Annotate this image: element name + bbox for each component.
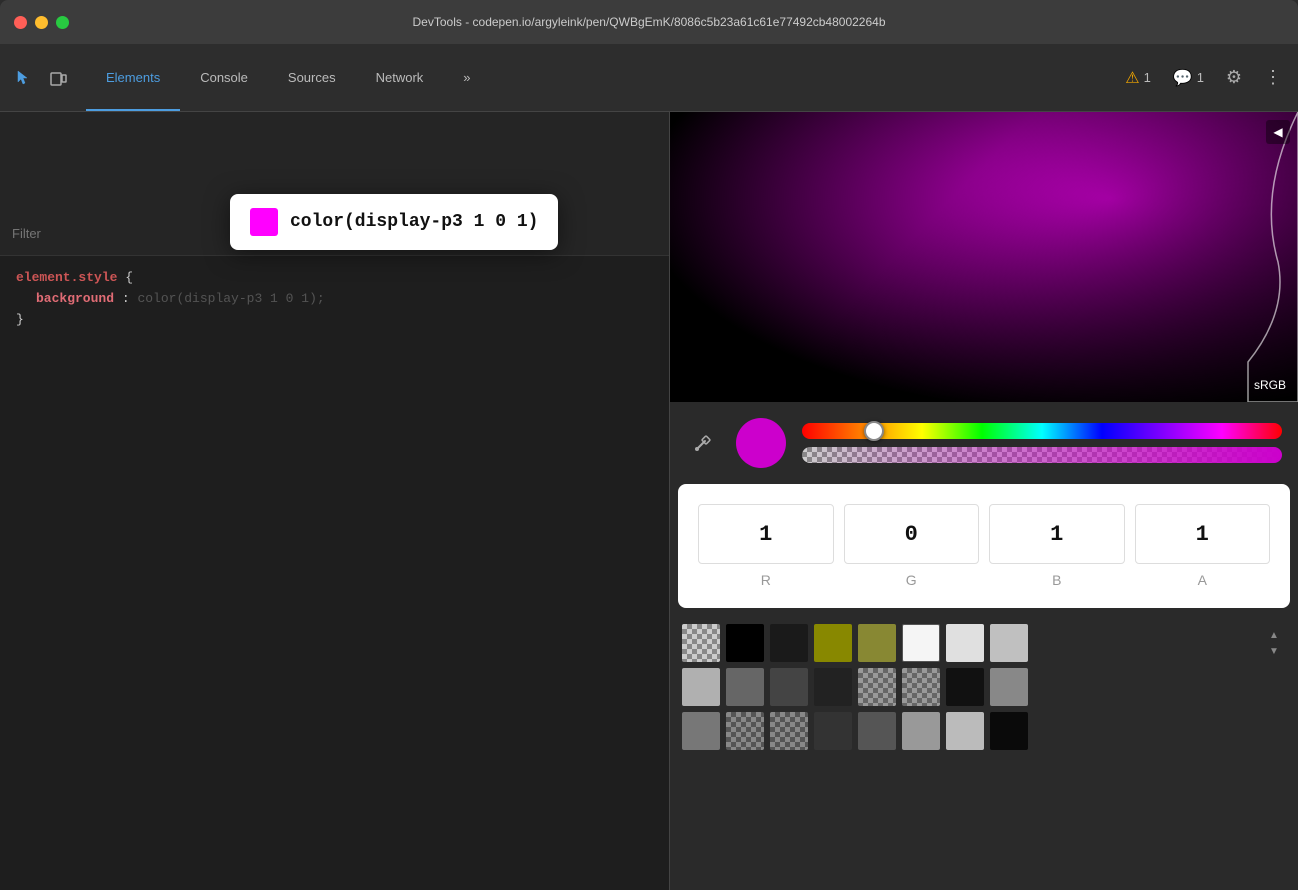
eyedropper-button[interactable]: [686, 426, 720, 460]
swatches-area: ▲ ▼: [670, 616, 1298, 758]
swatches-row-2: [682, 668, 1286, 706]
swatches-row-3: [682, 712, 1286, 750]
g-label: G: [906, 572, 917, 588]
minimize-button[interactable]: [35, 16, 48, 29]
chat-button[interactable]: 💬 1: [1165, 64, 1212, 92]
swatch-lightgray1[interactable]: [946, 624, 984, 662]
color-gradient-preview: sRGB ◀: [670, 112, 1298, 402]
a-input[interactable]: [1135, 504, 1271, 564]
collapse-button[interactable]: ◀: [1266, 120, 1290, 144]
device-icon: [49, 69, 67, 87]
cursor-icon: [15, 69, 33, 87]
right-panel: sRGB ◀: [670, 112, 1298, 890]
settings-button[interactable]: ⚙: [1218, 62, 1250, 94]
color-circle[interactable]: [736, 418, 786, 468]
a-field: A: [1135, 504, 1271, 588]
chat-icon: 💬: [1173, 68, 1193, 88]
srgb-label: sRGB: [1254, 378, 1286, 392]
inspect-element-button[interactable]: [8, 62, 40, 94]
b-label: B: [1052, 572, 1061, 588]
tab-sources[interactable]: Sources: [268, 44, 356, 111]
toolbar-icons: [8, 62, 74, 94]
swatch-gray2[interactable]: [726, 668, 764, 706]
hue-thumb: [864, 421, 884, 441]
tab-elements[interactable]: Elements: [86, 44, 180, 111]
swatch-nearblack2[interactable]: [990, 712, 1028, 750]
close-button[interactable]: [14, 16, 27, 29]
swatch-gray4[interactable]: [814, 668, 852, 706]
swatches-row-1: ▲ ▼: [682, 624, 1286, 662]
b-field: B: [989, 504, 1125, 588]
code-line-property: background : color(display-p3 1 0 1);: [16, 289, 653, 310]
color-tooltip-popup: color(display-p3 1 0 1): [230, 194, 558, 250]
swatch-gray5[interactable]: [682, 712, 720, 750]
scroll-down-button[interactable]: ▼: [1262, 644, 1286, 658]
maximize-button[interactable]: [56, 16, 69, 29]
r-label: R: [761, 572, 771, 588]
swatch-transparent[interactable]: [682, 624, 720, 662]
swatches-scroll-controls: ▲ ▼: [1262, 628, 1286, 658]
main-content: element.style { background : color(displ…: [0, 112, 1298, 890]
b-input[interactable]: [989, 504, 1125, 564]
code-line-selector: element.style {: [16, 268, 653, 289]
more-options-button[interactable]: ⋮: [1256, 63, 1290, 92]
left-panel: element.style { background : color(displ…: [0, 112, 670, 890]
tab-more[interactable]: »: [443, 44, 490, 111]
swatch-black[interactable]: [726, 624, 764, 662]
toolbar-right: ⚠ 1 💬 1 ⚙ ⋮: [1117, 62, 1290, 94]
toolbar: Elements Console Sources Network » ⚠ 1 💬: [0, 44, 1298, 112]
swatch-nearblack1[interactable]: [946, 668, 984, 706]
swatch-check3[interactable]: [726, 712, 764, 750]
rgba-inputs: R G B A: [698, 504, 1270, 588]
window-title: DevTools - codepen.io/argyleink/pen/QWBg…: [413, 15, 886, 29]
color-controls: [670, 402, 1298, 484]
alpha-slider[interactable]: [802, 447, 1282, 463]
code-line-close: }: [16, 310, 653, 331]
hue-slider[interactable]: [802, 423, 1282, 439]
g-input[interactable]: [844, 504, 980, 564]
swatch-gray1[interactable]: [682, 668, 720, 706]
scroll-up-button[interactable]: ▲: [1262, 628, 1286, 642]
swatch-dark1[interactable]: [770, 624, 808, 662]
devtools-panel: Elements Console Sources Network » ⚠ 1 💬: [0, 44, 1298, 890]
swatch-gray3[interactable]: [770, 668, 808, 706]
swatch-olive[interactable]: [814, 624, 852, 662]
rgba-input-panel: R G B A: [678, 484, 1290, 608]
device-toggle-button[interactable]: [42, 62, 74, 94]
tooltip-color-value: color(display-p3 1 0 1): [290, 212, 538, 232]
swatch-darkgray2[interactable]: [858, 712, 896, 750]
property-name: background: [36, 291, 114, 306]
warning-icon: ⚠: [1125, 68, 1139, 88]
tab-network[interactable]: Network: [356, 44, 444, 111]
swatch-darkgray1[interactable]: [814, 712, 852, 750]
nav-tabs: Elements Console Sources Network »: [86, 44, 491, 111]
g-field: G: [844, 504, 980, 588]
tooltip-color-swatch[interactable]: [250, 208, 278, 236]
sliders-area: [802, 423, 1282, 463]
swatch-lightgray2[interactable]: [990, 624, 1028, 662]
eyedropper-icon: [693, 433, 713, 453]
gradient-background[interactable]: sRGB ◀: [670, 112, 1298, 402]
a-label: A: [1198, 572, 1207, 588]
tab-console[interactable]: Console: [180, 44, 268, 111]
left-panel-empty: [0, 342, 669, 890]
css-code-area: element.style { background : color(displ…: [0, 256, 669, 342]
swatch-check1[interactable]: [858, 668, 896, 706]
r-input[interactable]: [698, 504, 834, 564]
r-field: R: [698, 504, 834, 588]
swatch-olive2[interactable]: [858, 624, 896, 662]
warnings-button[interactable]: ⚠ 1: [1117, 64, 1159, 92]
swatch-midgray[interactable]: [990, 668, 1028, 706]
swatch-gray6[interactable]: [902, 712, 940, 750]
gamut-curve: [1118, 112, 1298, 402]
swatch-white[interactable]: [902, 624, 940, 662]
swatch-check4[interactable]: [770, 712, 808, 750]
swatch-check2[interactable]: [902, 668, 940, 706]
title-bar: DevTools - codepen.io/argyleink/pen/QWBg…: [0, 0, 1298, 44]
swatch-lightgray3[interactable]: [946, 712, 984, 750]
traffic-lights: [14, 16, 69, 29]
